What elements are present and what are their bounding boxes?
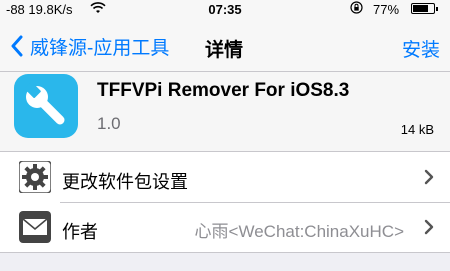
author-row[interactable]: 作者 心雨<WeChat:ChinaXuHC> (0, 202, 450, 252)
chevron-left-icon (11, 35, 23, 57)
back-button[interactable]: 威锋源-应用工具 (10, 33, 169, 59)
row-label: 作者 (62, 222, 98, 242)
chevron-right-icon (424, 219, 434, 235)
author-value: 心雨<WeChat:ChinaXuHC> (194, 222, 404, 241)
package-icon (14, 74, 78, 138)
mail-icon (19, 211, 51, 243)
package-version: 1.0 (97, 114, 121, 133)
row-label: 更改软件包设置 (62, 172, 188, 192)
package-header: TFFVPi Remover For iOS8.3 1.0 14 kB (0, 72, 450, 152)
install-button[interactable]: 安装 (402, 35, 440, 62)
chevron-right-icon (424, 169, 434, 185)
navigation-bar: 威锋源-应用工具 详情 安装 (0, 20, 450, 72)
battery-level (413, 5, 428, 12)
battery-percent: 77% (373, 2, 400, 17)
back-label: 威锋源-应用工具 (30, 37, 170, 59)
wrench-icon (24, 81, 65, 125)
gear-icon (19, 161, 51, 193)
detail-list: 更改软件包设置 作者 心雨<WeChat:ChinaXuHC> (0, 152, 450, 253)
page-title: 详情 (205, 40, 244, 61)
battery-icon (411, 3, 438, 14)
package-name: TFFVPi Remover For iOS8.3 (97, 80, 350, 101)
package-size: 14 kB (400, 122, 434, 137)
status-bar: -88 19.8K/s 07:35 77% (0, 0, 450, 20)
change-package-settings-row[interactable]: 更改软件包设置 (0, 152, 450, 202)
rotation-lock-icon (350, 1, 363, 14)
